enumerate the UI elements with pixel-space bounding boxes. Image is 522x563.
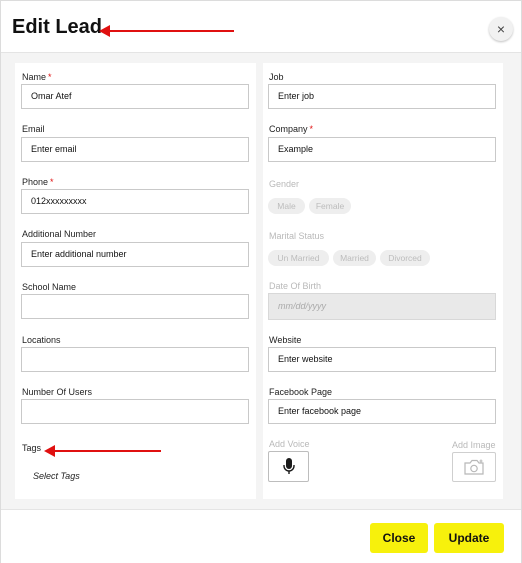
phone-input[interactable]: 012xxxxxxxxx bbox=[21, 189, 249, 214]
marital-status-label: Marital Status bbox=[269, 231, 325, 241]
gender-option-female[interactable]: Female bbox=[309, 198, 351, 214]
company-label: Company * bbox=[269, 124, 314, 134]
school-name-input[interactable] bbox=[21, 294, 249, 319]
modal-title: Edit Lead bbox=[12, 16, 103, 38]
update-button[interactable]: Update bbox=[434, 523, 504, 553]
add-image-label: Add Image bbox=[452, 440, 496, 450]
number-of-users-label: Number Of Users bbox=[22, 387, 93, 397]
number-of-users-input[interactable] bbox=[21, 399, 249, 424]
name-label: Name * bbox=[22, 72, 52, 82]
date-of-birth-label: Date Of Birth bbox=[269, 281, 322, 291]
right-form-panel: Job Enter job Company * Example Gender Ma… bbox=[263, 63, 503, 499]
email-label: Email bbox=[22, 124, 45, 134]
annotation-arrow-title bbox=[99, 25, 234, 37]
facebook-page-label: Facebook Page bbox=[269, 387, 333, 397]
date-of-birth-input[interactable]: mm/dd/yyyy bbox=[268, 293, 496, 320]
required-mark: * bbox=[50, 177, 54, 187]
close-button[interactable]: Close bbox=[370, 523, 428, 553]
modal-footer: Close Update bbox=[1, 509, 521, 563]
facebook-page-input[interactable]: Enter facebook page bbox=[268, 399, 496, 424]
close-icon[interactable]: × bbox=[489, 17, 513, 41]
required-mark: * bbox=[309, 124, 314, 134]
required-mark: * bbox=[48, 72, 52, 82]
tags-select[interactable]: Select Tags bbox=[33, 471, 80, 481]
job-label: Job bbox=[269, 72, 284, 82]
camera-icon bbox=[464, 459, 484, 475]
additional-number-input[interactable]: Enter additional number bbox=[21, 242, 249, 267]
gender-label: Gender bbox=[269, 179, 300, 189]
tags-label: Tags bbox=[22, 443, 42, 453]
marital-option-divorced[interactable]: Divorced bbox=[380, 250, 430, 266]
microphone-icon bbox=[282, 458, 295, 474]
edit-lead-modal: Edit Lead × Name * Omar Atef Email Enter … bbox=[0, 0, 522, 563]
name-input[interactable]: Omar Atef bbox=[21, 84, 249, 109]
locations-label: Locations bbox=[22, 335, 61, 345]
company-input[interactable]: Example bbox=[268, 137, 496, 162]
locations-input[interactable] bbox=[21, 347, 249, 372]
add-voice-label: Add Voice bbox=[269, 439, 310, 449]
job-input[interactable]: Enter job bbox=[268, 84, 496, 109]
marital-option-unmarried[interactable]: Un Married bbox=[268, 250, 329, 266]
add-voice-button[interactable] bbox=[268, 451, 309, 482]
website-label: Website bbox=[269, 335, 302, 345]
left-form-panel: Name * Omar Atef Email Enter email Phone *… bbox=[15, 63, 256, 499]
marital-option-married[interactable]: Married bbox=[333, 250, 376, 266]
gender-option-male[interactable]: Male bbox=[268, 198, 305, 214]
website-input[interactable]: Enter website bbox=[268, 347, 496, 372]
add-image-button[interactable] bbox=[452, 452, 496, 482]
annotation-arrow-tags bbox=[44, 445, 161, 457]
modal-header: Edit Lead × bbox=[1, 1, 521, 53]
phone-label: Phone * bbox=[22, 177, 54, 187]
additional-number-label: Additional Number bbox=[22, 229, 97, 239]
school-name-label: School Name bbox=[22, 282, 77, 292]
email-input[interactable]: Enter email bbox=[21, 137, 249, 162]
